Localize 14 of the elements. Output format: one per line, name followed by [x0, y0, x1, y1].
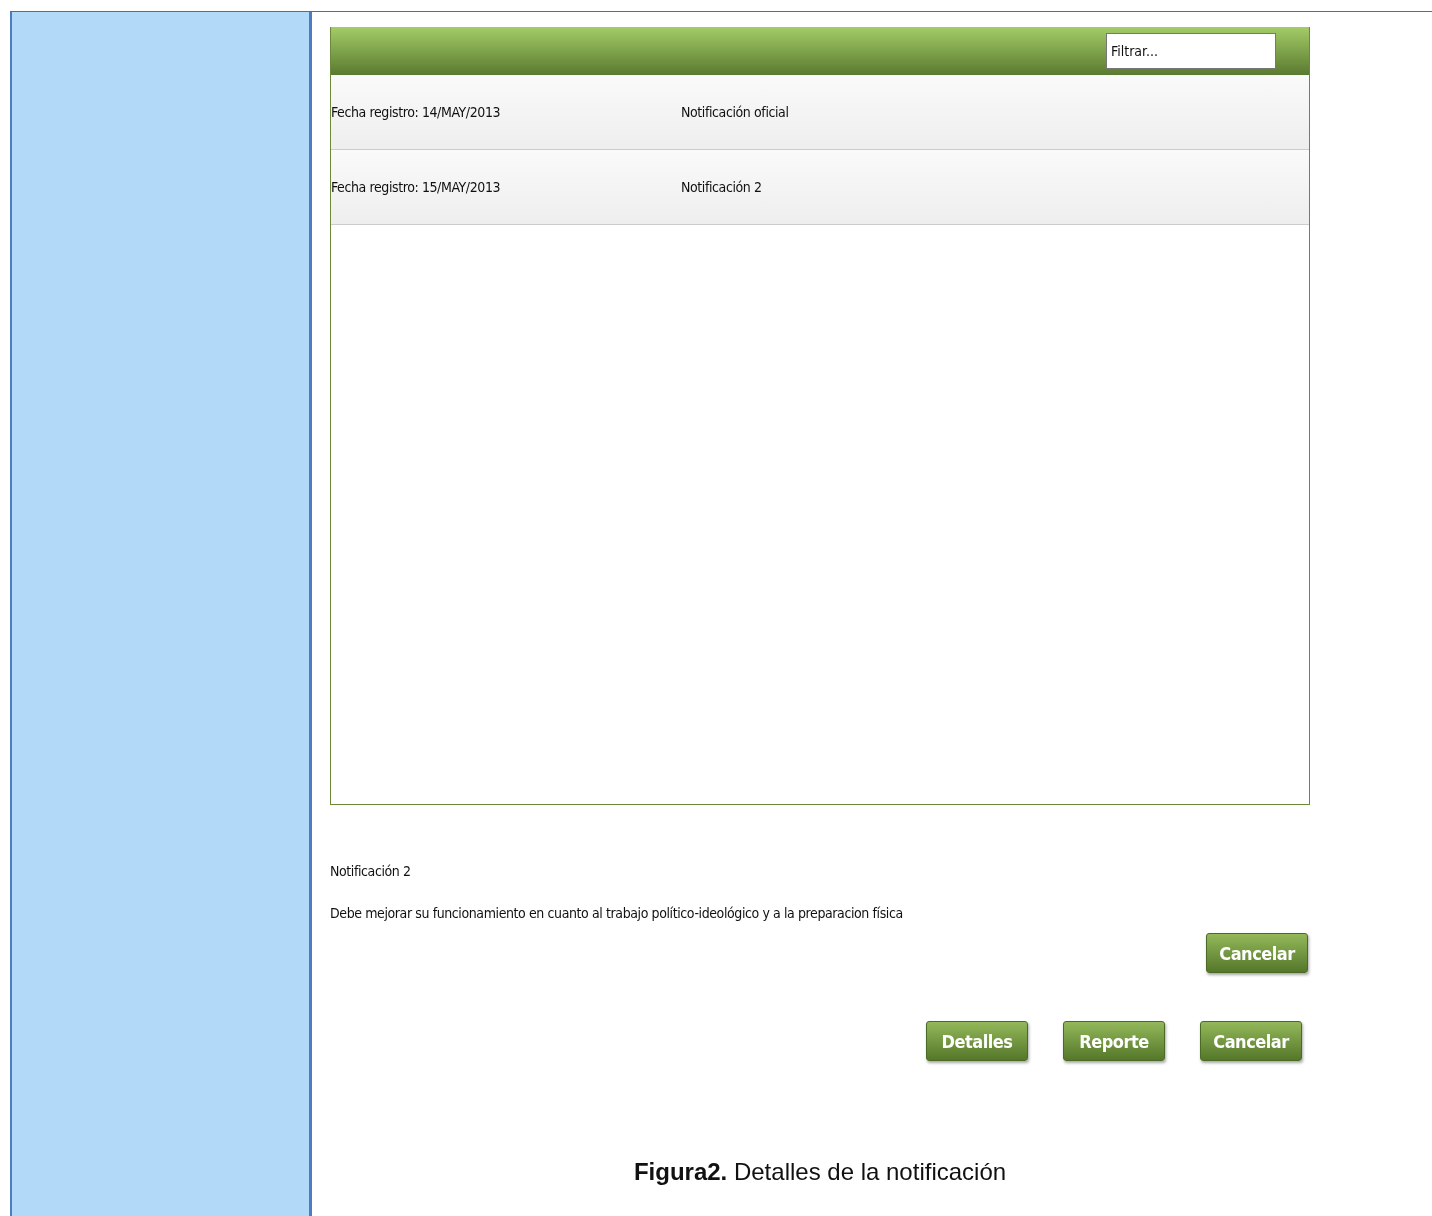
filter-field[interactable]: Filtrar... [1106, 33, 1276, 69]
action-button[interactable]: Cancelar [1200, 1021, 1302, 1061]
list-row[interactable]: Fecha registro: 14/MAY/2013 Notificación oficial [331, 75, 1309, 150]
row-title: Notificación 2 [681, 179, 762, 195]
row-title: Notificación oficial [681, 104, 789, 120]
cancel-button[interactable]: Cancelar [1206, 933, 1308, 973]
action-button[interactable]: Detalles [926, 1021, 1028, 1061]
action-button[interactable]: Reporte [1063, 1021, 1165, 1061]
detail-title: Notificación 2 [330, 863, 412, 879]
list-row[interactable]: Fecha registro: 15/MAY/2013 Notificación 2 [331, 150, 1309, 225]
detail-text: Debe mejorar su funcionamiento en cuanto al trabajo político-ideológico y a la preparacion física [330, 905, 904, 921]
figure-caption: Figura2. Detalles de la notificación [632, 1158, 1008, 1186]
row-date: Fecha registro: 15/MAY/2013 [331, 179, 502, 195]
row-date: Fecha registro: 14/MAY/2013 [331, 104, 502, 120]
